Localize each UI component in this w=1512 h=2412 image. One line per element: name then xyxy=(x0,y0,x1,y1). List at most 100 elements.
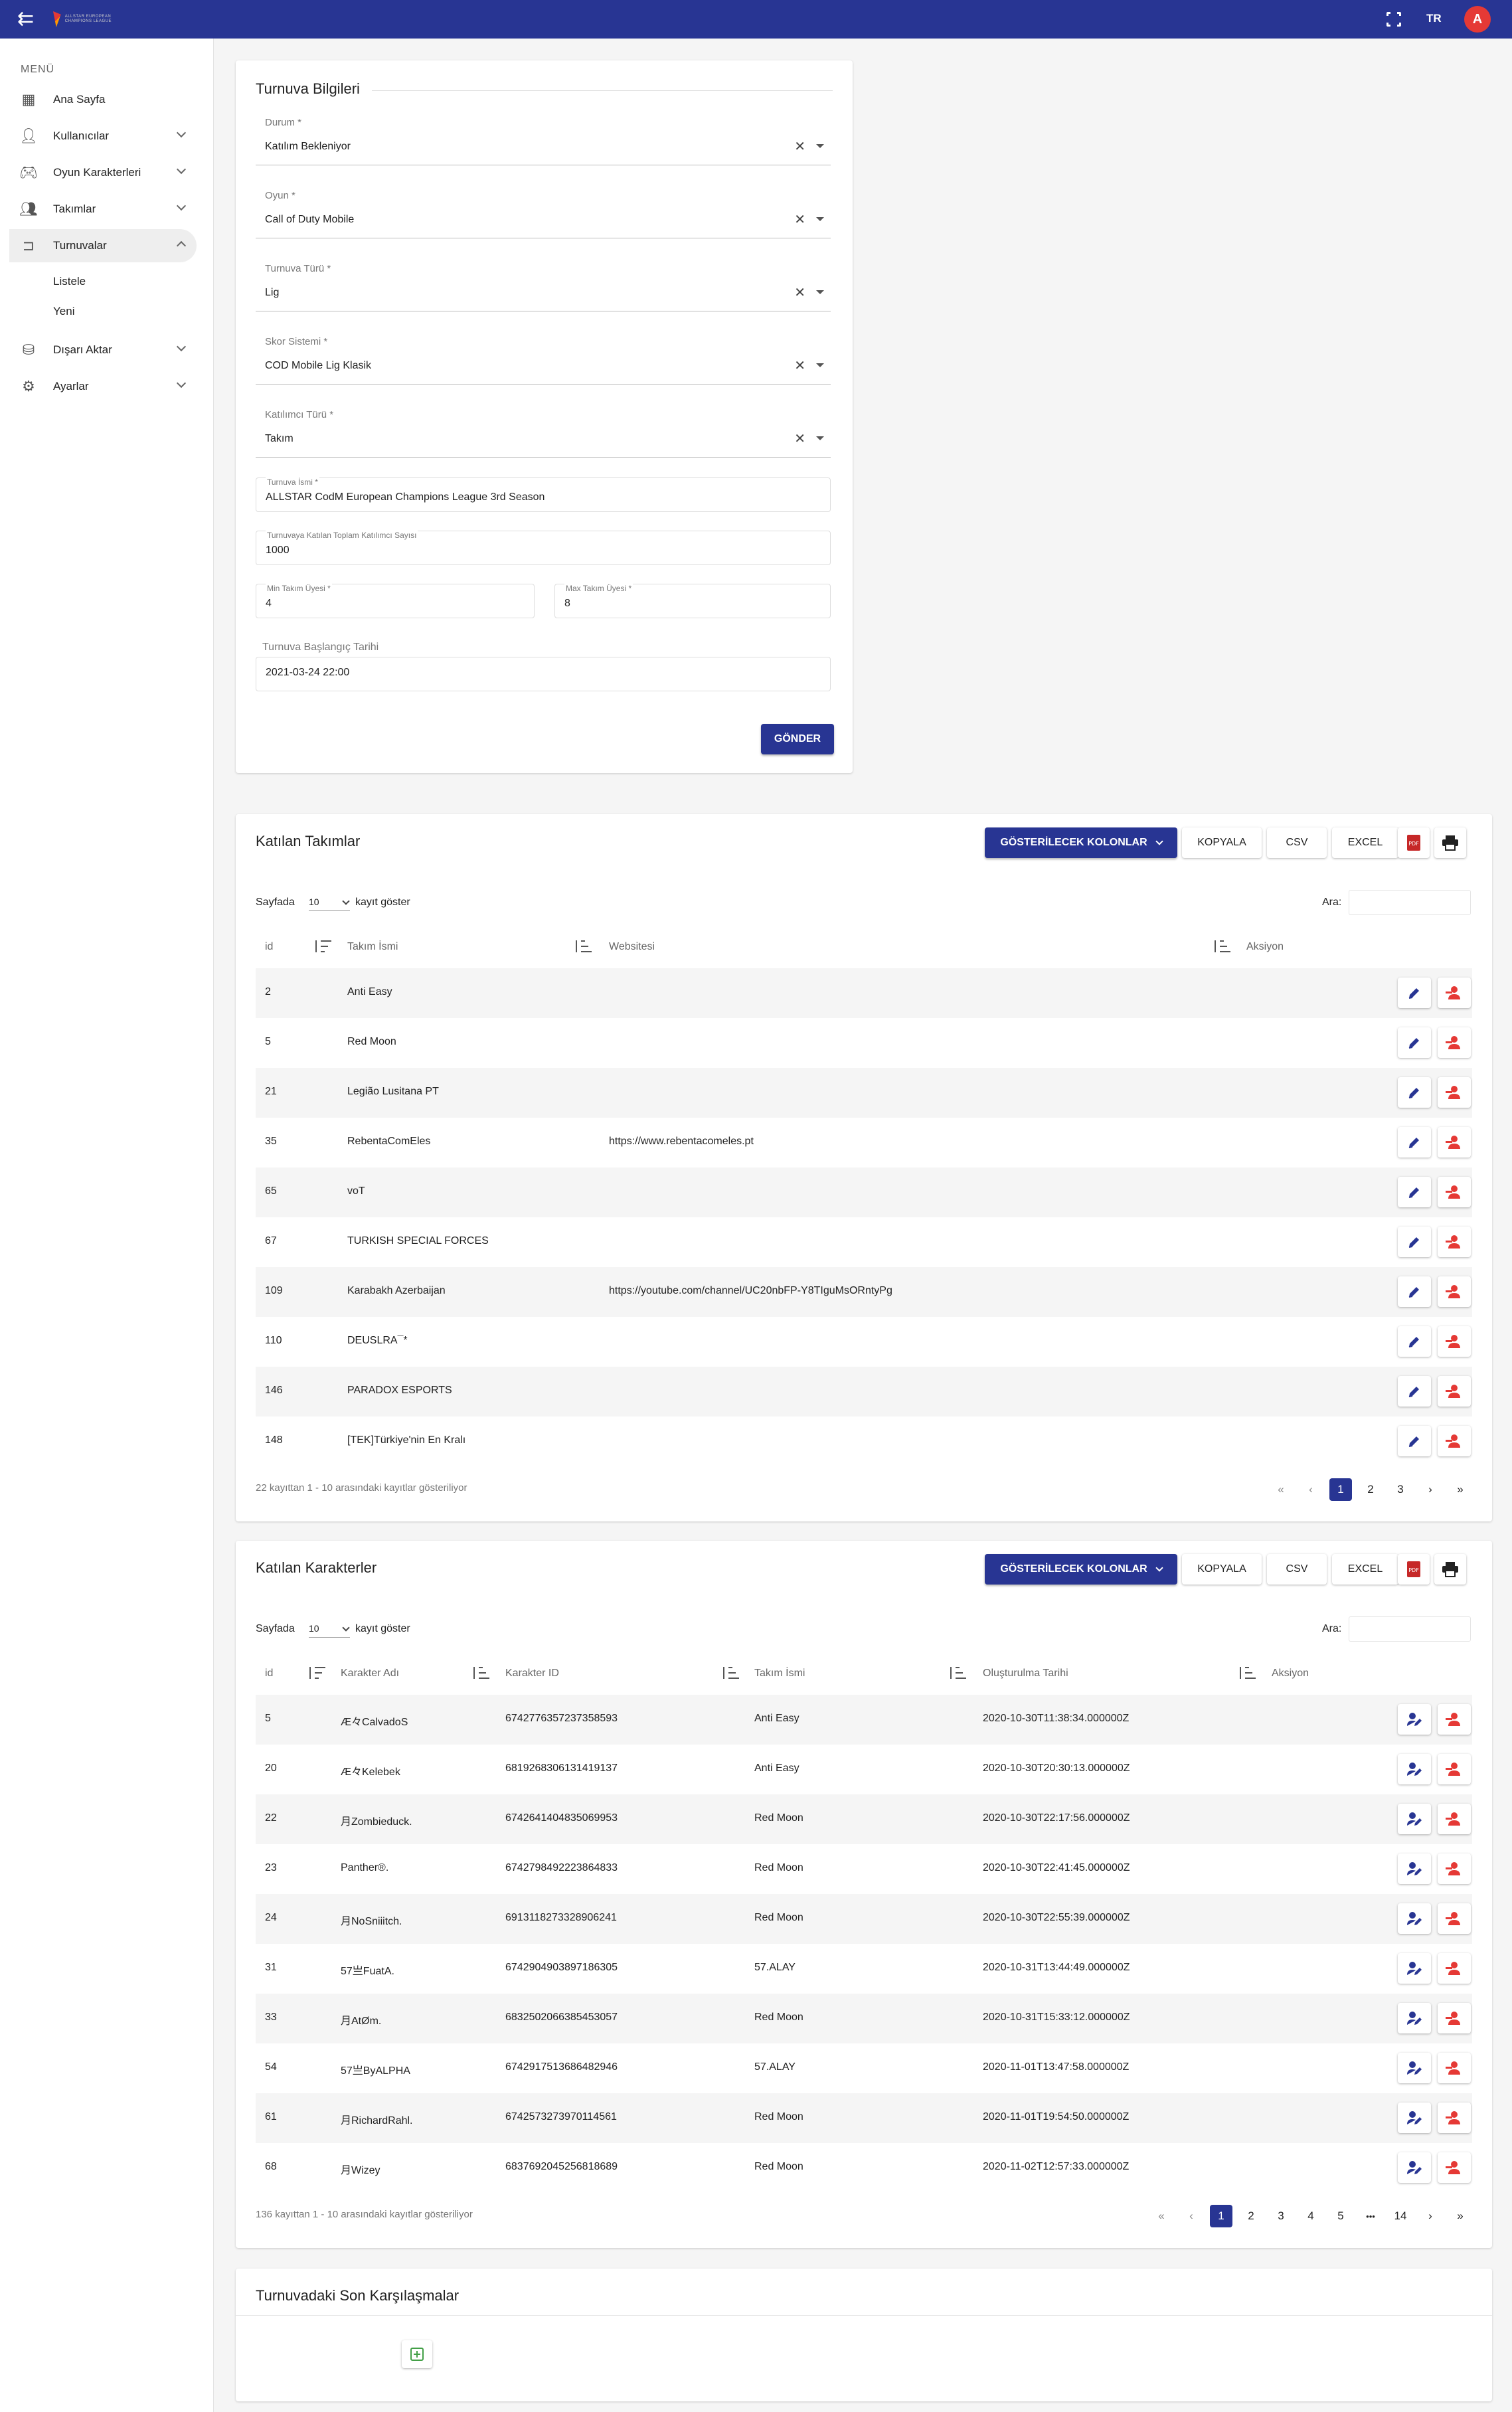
next-page-icon[interactable]: › xyxy=(1419,1478,1442,1501)
remove-team-button[interactable] xyxy=(1438,1376,1471,1407)
edit-team-button[interactable] xyxy=(1398,1276,1431,1307)
page-5[interactable]: 5 xyxy=(1329,2205,1352,2227)
cell-website[interactable]: https://www.rebentacomeles.pt xyxy=(609,1136,754,1148)
remove-character-button[interactable] xyxy=(1438,1754,1471,1784)
page-14[interactable]: 14 xyxy=(1389,2205,1412,2227)
sidebar-item-home[interactable]: ▦ Ana Sayfa xyxy=(9,83,197,116)
remove-character-button[interactable] xyxy=(1438,1704,1471,1735)
sort-icon[interactable] xyxy=(723,1667,739,1679)
column-header-id[interactable]: id xyxy=(265,1668,273,1680)
previous-page-icon[interactable]: ‹ xyxy=(1180,2205,1203,2227)
columns-button[interactable]: GÖSTERİLECEK KOLONLAR xyxy=(985,827,1177,858)
remove-character-button[interactable] xyxy=(1438,1953,1471,1984)
sort-icon[interactable] xyxy=(315,940,331,952)
remove-character-button[interactable] xyxy=(1438,1903,1471,1934)
sort-icon[interactable] xyxy=(473,1667,489,1679)
column-header-team-name[interactable]: Takım İsmi xyxy=(754,1668,805,1680)
edit-character-button[interactable] xyxy=(1398,2003,1431,2033)
cell-website[interactable]: https://youtube.com/channel/UC20nbFP-Y8T… xyxy=(609,1285,892,1297)
sidebar-subitem-new[interactable]: Yeni xyxy=(53,305,74,318)
remove-character-button[interactable] xyxy=(1438,2152,1471,2183)
csv-button[interactable]: CSV xyxy=(1267,827,1327,858)
sort-icon[interactable] xyxy=(576,940,592,952)
column-header-character-id[interactable]: Karakter ID xyxy=(505,1668,559,1680)
per-page-select[interactable]: 10 xyxy=(309,1623,350,1638)
search-input[interactable] xyxy=(1349,890,1471,915)
tournament-name-input[interactable]: Turnuva İsmi * ALLSTAR CodM European Cha… xyxy=(256,477,831,512)
sidebar-item-teams[interactable]: 👥︎ Takımlar xyxy=(9,193,197,226)
page-1[interactable]: 1 xyxy=(1329,1478,1352,1501)
next-page-icon[interactable]: › xyxy=(1419,2205,1442,2227)
remove-team-button[interactable] xyxy=(1438,1177,1471,1207)
clear-icon[interactable]: ✕ xyxy=(794,357,805,374)
edit-character-button[interactable] xyxy=(1398,1754,1431,1784)
edit-character-button[interactable] xyxy=(1398,2103,1431,2133)
column-header-website[interactable]: Websitesi xyxy=(609,941,655,953)
remove-team-button[interactable] xyxy=(1438,1276,1471,1307)
remove-character-button[interactable] xyxy=(1438,2003,1471,2033)
edit-team-button[interactable] xyxy=(1398,978,1431,1008)
sidebar-item-game-characters[interactable]: 🎮︎ Oyun Karakterleri xyxy=(9,156,197,189)
clear-icon[interactable]: ✕ xyxy=(794,284,805,301)
edit-team-button[interactable] xyxy=(1398,1127,1431,1158)
last-page-icon[interactable]: » xyxy=(1449,1478,1471,1501)
clear-icon[interactable]: ✕ xyxy=(794,138,805,155)
column-header-id[interactable]: id xyxy=(265,941,273,953)
submit-button[interactable]: GÖNDER xyxy=(761,724,834,754)
dropdown-arrow-icon[interactable] xyxy=(816,217,824,221)
edit-character-button[interactable] xyxy=(1398,1953,1431,1984)
clear-icon[interactable]: ✕ xyxy=(794,430,805,447)
copy-button[interactable]: KOPYALA xyxy=(1182,827,1262,858)
dropdown-arrow-icon[interactable] xyxy=(816,363,824,367)
remove-team-button[interactable] xyxy=(1438,1127,1471,1158)
menu-collapse-icon[interactable]: ⇇ xyxy=(17,9,39,29)
page-4[interactable]: 4 xyxy=(1300,2205,1322,2227)
page-3[interactable]: 3 xyxy=(1270,2205,1292,2227)
column-header-created-at[interactable]: Oluşturulma Tarihi xyxy=(983,1668,1068,1680)
remove-character-button[interactable] xyxy=(1438,1853,1471,1884)
edit-character-button[interactable] xyxy=(1398,2152,1431,2183)
edit-character-button[interactable] xyxy=(1398,1804,1431,1834)
edit-character-button[interactable] xyxy=(1398,1903,1431,1934)
columns-button[interactable]: GÖSTERİLECEK KOLONLAR xyxy=(985,1554,1177,1585)
max-team-members-input[interactable]: Max Takım Üyesi * 8 xyxy=(554,584,831,618)
app-logo[interactable]: ALLSTAR EUROPEAN CHAMPIONS LEAGUE xyxy=(53,10,126,29)
first-page-icon[interactable]: « xyxy=(1270,1478,1292,1501)
remove-character-button[interactable] xyxy=(1438,2103,1471,2133)
edit-team-button[interactable] xyxy=(1398,1177,1431,1207)
dropdown-arrow-icon[interactable] xyxy=(816,290,824,294)
add-match-button[interactable] xyxy=(402,2340,432,2368)
edit-team-button[interactable] xyxy=(1398,1426,1431,1456)
total-participants-input[interactable]: Turnuvaya Katılan Toplam Katılımcı Sayıs… xyxy=(256,531,831,565)
remove-team-button[interactable] xyxy=(1438,978,1471,1008)
edit-character-button[interactable] xyxy=(1398,1853,1431,1884)
language-switch[interactable]: TR xyxy=(1426,12,1442,25)
pdf-button[interactable]: PDF xyxy=(1398,1554,1430,1585)
page-3[interactable]: 3 xyxy=(1389,1478,1412,1501)
print-button[interactable] xyxy=(1434,827,1466,858)
fullscreen-icon[interactable] xyxy=(1386,11,1402,27)
remove-team-button[interactable] xyxy=(1438,1077,1471,1108)
remove-character-button[interactable] xyxy=(1438,2053,1471,2083)
remove-team-button[interactable] xyxy=(1438,1227,1471,1257)
dropdown-arrow-icon[interactable] xyxy=(816,144,824,148)
min-team-members-input[interactable]: Min Takım Üyesi * 4 xyxy=(256,584,535,618)
sort-icon[interactable] xyxy=(309,1667,325,1679)
first-page-icon[interactable]: « xyxy=(1150,2205,1173,2227)
edit-team-button[interactable] xyxy=(1398,1326,1431,1357)
sort-icon[interactable] xyxy=(950,1667,966,1679)
page-2[interactable]: 2 xyxy=(1240,2205,1262,2227)
last-page-icon[interactable]: » xyxy=(1449,2205,1471,2227)
remove-team-button[interactable] xyxy=(1438,1426,1471,1456)
edit-team-button[interactable] xyxy=(1398,1227,1431,1257)
edit-character-button[interactable] xyxy=(1398,2053,1431,2083)
sidebar-item-export[interactable]: ⛁ Dışarı Aktar xyxy=(9,333,197,367)
sidebar-item-users[interactable]: 👤︎ Kullanıcılar xyxy=(9,120,197,153)
excel-button[interactable]: EXCEL xyxy=(1332,827,1398,858)
sort-icon[interactable] xyxy=(1240,1667,1256,1679)
avatar[interactable]: A xyxy=(1464,6,1491,33)
sidebar-item-tournaments[interactable]: ⊐ Turnuvalar xyxy=(9,229,197,262)
column-header-character-name[interactable]: Karakter Adı xyxy=(341,1668,399,1680)
sidebar-item-settings[interactable]: ⚙ Ayarlar xyxy=(9,370,197,403)
previous-page-icon[interactable]: ‹ xyxy=(1300,1478,1322,1501)
